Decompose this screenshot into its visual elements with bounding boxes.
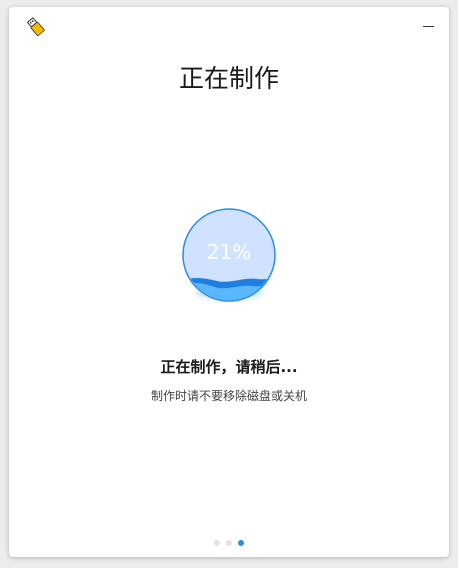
page-dot-2 [226,540,232,546]
status-text: 正在制作，请稍后... [160,358,298,376]
page-dot-1 [214,540,220,546]
progress-percentage: 21% [206,240,252,264]
hint-text: 制作时请不要移除磁盘或关机 [150,389,307,403]
minimize-button[interactable] [415,15,441,35]
page-dot-3 [238,540,244,546]
progress-circle: 21% [181,207,277,303]
page-indicator [9,540,449,546]
installer-window: 正在制作 21% 正在制作，请稍后... 制作时请不要移除磁盘或关机 [9,7,449,557]
page-title: 正在制作 [178,64,279,93]
usb-drive-icon [25,16,47,38]
